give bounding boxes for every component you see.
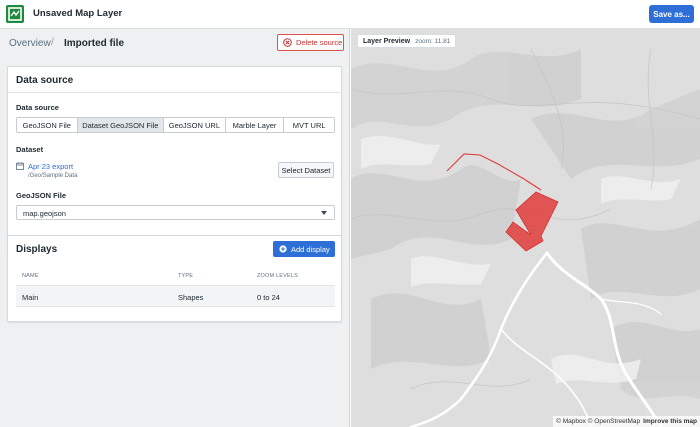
table-row[interactable]: Main Shapes 0 to 24	[16, 285, 335, 307]
geojson-file-value: map.geojson	[23, 209, 66, 218]
dataset-path: /Geo/Sample Data	[28, 173, 78, 179]
map-preview[interactable]: Layer Preview zoom: 11.81 © Mapbox © Ope…	[351, 29, 700, 427]
app-title: Unsaved Map Layer	[33, 8, 123, 19]
breadcrumb: Overview / Imported file Delete source	[0, 29, 350, 58]
display-type: Shapes	[178, 293, 204, 302]
zoom-level-readout: zoom: 11.81	[415, 37, 451, 45]
column-header-type: TYPE	[178, 273, 194, 279]
left-panel: Overview / Imported file Delete source D…	[0, 29, 350, 427]
chevron-down-icon	[321, 211, 327, 215]
map-attribution: © Mapbox © OpenStreetMap Improve this ma…	[553, 416, 700, 427]
data-source-label: Data source	[16, 103, 59, 112]
map-canvas[interactable]	[351, 29, 700, 427]
breadcrumb-overview[interactable]: Overview	[9, 38, 51, 49]
improve-map-link[interactable]: Improve this map	[643, 418, 697, 425]
dataset-label: Dataset	[16, 145, 44, 154]
page-title: Imported file	[64, 38, 125, 49]
breadcrumb-separator: /	[51, 37, 54, 48]
delete-source-label: Delete source	[296, 38, 343, 47]
data-source-card: Data source Data source GeoJSON File Dat…	[7, 66, 342, 256]
layer-preview-chip: Layer Preview zoom: 11.81	[357, 34, 457, 48]
add-display-button[interactable]: Add display	[273, 241, 335, 257]
add-display-label: Add display	[291, 244, 330, 254]
delete-circle-icon	[283, 38, 292, 47]
dataset-link[interactable]: Apr 23 export	[28, 162, 73, 171]
option-geojson-file[interactable]: GeoJSON File	[17, 118, 78, 132]
displays-card: Displays Add display NAME TYPE ZOOM LEVE…	[7, 235, 342, 322]
attribution-text[interactable]: © Mapbox © OpenStreetMap	[556, 418, 640, 425]
map-layer-icon	[6, 5, 24, 23]
displays-title: Displays	[16, 244, 58, 255]
data-source-type-selector: GeoJSON File Dataset GeoJSON File GeoJSO…	[16, 117, 335, 133]
display-name: Main	[22, 293, 39, 302]
option-marble-layer[interactable]: Marble Layer	[225, 118, 285, 132]
calendar-icon	[16, 162, 24, 170]
data-source-card-header: Data source	[8, 67, 341, 93]
option-mvt-url[interactable]: MVT URL	[284, 118, 334, 132]
option-geojson-url[interactable]: GeoJSON URL	[164, 118, 226, 132]
delete-source-button[interactable]: Delete source	[277, 34, 344, 51]
save-as-button[interactable]: Save as...	[649, 5, 694, 23]
option-dataset-geojson-file[interactable]: Dataset GeoJSON File	[77, 118, 165, 132]
top-bar: Unsaved Map Layer Save as...	[0, 0, 700, 29]
select-dataset-button[interactable]: Select Dataset	[278, 162, 334, 178]
geojson-file-label: GeoJSON File	[16, 191, 67, 200]
geojson-file-select[interactable]: map.geojson	[16, 205, 335, 220]
column-header-zoom: ZOOM LEVELS	[257, 273, 299, 279]
displays-card-header: Displays Add display	[8, 236, 341, 262]
display-zoom-levels: 0 to 24	[257, 293, 280, 302]
layer-preview-label: Layer Preview	[363, 37, 411, 45]
column-header-name: NAME	[22, 273, 39, 279]
data-source-title: Data source	[16, 75, 74, 86]
plus-circle-icon	[279, 245, 287, 253]
